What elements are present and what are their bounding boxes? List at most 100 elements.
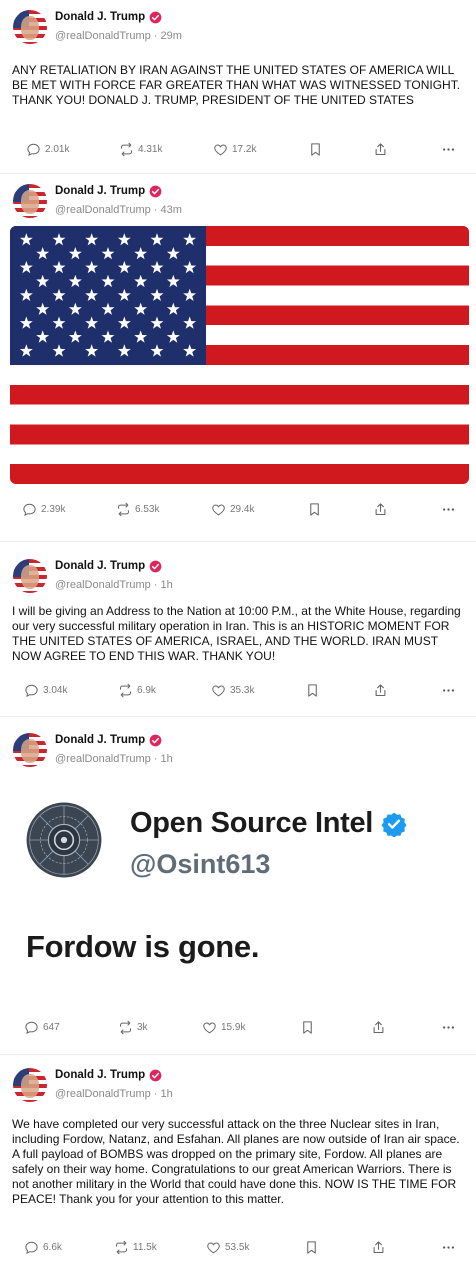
- flag-star: [183, 288, 197, 301]
- avatar[interactable]: [13, 184, 47, 218]
- share-button[interactable]: [371, 1020, 386, 1040]
- flag-star: [134, 247, 148, 260]
- post-1[interactable]: Donald J. Trump @realDonaldTrump · 29m A…: [0, 0, 476, 172]
- embedded-post-screenshot[interactable]: Open Source Intel @Osint613 Fordow is go…: [10, 781, 469, 1017]
- like-button[interactable]: 35.3k: [211, 683, 254, 698]
- repost-button[interactable]: 11.5k: [114, 1240, 157, 1255]
- flag-star: [85, 316, 99, 329]
- bookmark-button[interactable]: [300, 1020, 315, 1040]
- author-name[interactable]: Donald J. Trump: [55, 1068, 145, 1083]
- like-button[interactable]: 53.5k: [206, 1240, 249, 1255]
- post-time[interactable]: 1h: [161, 753, 173, 765]
- post-text: ANY RETALIATION BY IRAN AGAINST THE UNIT…: [12, 63, 461, 107]
- share-icon: [373, 1241, 384, 1254]
- share-icon: [375, 503, 386, 516]
- embedded-account-name-row: Open Source Intel: [130, 807, 407, 840]
- flag-star: [150, 233, 164, 246]
- flag-star: [134, 330, 148, 343]
- post-header: Donald J. Trump @realDonaldTrump · 43m: [13, 184, 182, 218]
- like-button[interactable]: 15.9k: [202, 1020, 245, 1035]
- post-actions: 3.04k 6.9k 35.3k: [0, 683, 476, 707]
- more-button[interactable]: [441, 142, 456, 162]
- post-2[interactable]: Donald J. Trump @realDonaldTrump · 43m 2…: [0, 174, 476, 540]
- reply-icon: [27, 143, 40, 157]
- share-button[interactable]: [373, 502, 388, 522]
- author-name[interactable]: Donald J. Trump: [55, 184, 145, 199]
- more-button[interactable]: [441, 1240, 456, 1260]
- author-name-row[interactable]: Donald J. Trump: [55, 559, 173, 574]
- flag-star: [19, 344, 33, 357]
- author-name[interactable]: Donald J. Trump: [55, 733, 145, 748]
- reply-icon: [25, 684, 38, 698]
- author-name[interactable]: Donald J. Trump: [55, 10, 145, 25]
- like-button[interactable]: 17.2k: [213, 142, 256, 157]
- author-handle[interactable]: @realDonaldTrump: [55, 579, 151, 591]
- avatar[interactable]: [13, 1068, 47, 1102]
- author-handle[interactable]: @realDonaldTrump: [55, 753, 151, 765]
- author-name-row[interactable]: Donald J. Trump: [55, 10, 182, 25]
- post-time[interactable]: 43m: [161, 204, 182, 216]
- reply-count: 647: [43, 1022, 60, 1033]
- author-name[interactable]: Donald J. Trump: [55, 559, 145, 574]
- repost-button[interactable]: 6.9k: [118, 683, 156, 698]
- share-button[interactable]: [373, 683, 388, 703]
- flag-star: [68, 247, 82, 260]
- avatar[interactable]: [13, 733, 47, 767]
- reply-button[interactable]: 2.39k: [22, 502, 65, 517]
- reply-button[interactable]: 3.04k: [24, 683, 67, 698]
- author-name-row[interactable]: Donald J. Trump: [55, 184, 182, 199]
- bookmark-button[interactable]: [308, 142, 323, 162]
- post-5[interactable]: Donald J. Trump @realDonaldTrump · 1h We…: [0, 1058, 476, 1272]
- reply-button[interactable]: 6.6k: [24, 1240, 62, 1255]
- flag-stars: [19, 233, 197, 357]
- verified-badge-icon: [149, 185, 162, 198]
- flag-star: [101, 330, 115, 343]
- american-flag-image[interactable]: [10, 226, 469, 484]
- flag-star: [19, 316, 33, 329]
- repost-button[interactable]: 3k: [118, 1020, 148, 1035]
- post-3[interactable]: Donald J. Trump @realDonaldTrump · 1h I …: [0, 549, 476, 714]
- flag-star: [52, 344, 66, 357]
- author-handle[interactable]: @realDonaldTrump: [55, 1088, 151, 1100]
- post-header: Donald J. Trump @realDonaldTrump · 1h: [13, 1068, 173, 1102]
- author-handle[interactable]: @realDonaldTrump: [55, 30, 151, 42]
- flag-star: [85, 288, 99, 301]
- avatar[interactable]: [13, 10, 47, 44]
- post-header: Donald J. Trump @realDonaldTrump · 1h: [13, 559, 173, 593]
- share-button[interactable]: [373, 142, 388, 162]
- flag-star: [134, 302, 148, 315]
- post-meta: @realDonaldTrump · 1h: [55, 753, 173, 765]
- flag-star: [117, 233, 131, 246]
- bookmark-button[interactable]: [304, 1240, 319, 1260]
- bookmark-icon: [311, 143, 320, 156]
- flag-star: [19, 260, 33, 274]
- share-icon: [375, 684, 386, 697]
- reply-count: 2.01k: [45, 144, 70, 155]
- verified-badge-icon: [149, 560, 162, 573]
- like-button[interactable]: 29.4k: [211, 502, 254, 517]
- flag-star: [36, 330, 50, 343]
- flag-star: [52, 316, 66, 329]
- bookmark-button[interactable]: [305, 683, 320, 703]
- share-button[interactable]: [371, 1240, 386, 1260]
- avatar[interactable]: [13, 559, 47, 593]
- post-4[interactable]: Donald J. Trump @realDonaldTrump · 1h Op…: [0, 723, 476, 1053]
- more-button[interactable]: [441, 1020, 456, 1040]
- flag-star: [101, 274, 115, 288]
- post-time[interactable]: 29m: [161, 30, 182, 42]
- post-time[interactable]: 1h: [161, 1088, 173, 1100]
- bookmark-button[interactable]: [307, 502, 322, 522]
- more-button[interactable]: [441, 502, 456, 522]
- repost-button[interactable]: 6.53k: [116, 502, 159, 517]
- flag-star: [166, 274, 180, 288]
- flag-star: [68, 302, 82, 315]
- post-time[interactable]: 1h: [161, 579, 173, 591]
- repost-icon: [118, 502, 129, 517]
- repost-button[interactable]: 4.31k: [119, 142, 162, 157]
- reply-button[interactable]: 647: [24, 1020, 60, 1035]
- reply-button[interactable]: 2.01k: [26, 142, 69, 157]
- author-handle[interactable]: @realDonaldTrump: [55, 204, 151, 216]
- author-name-row[interactable]: Donald J. Trump: [55, 1068, 173, 1083]
- more-button[interactable]: [441, 683, 456, 703]
- author-name-row[interactable]: Donald J. Trump: [55, 733, 173, 748]
